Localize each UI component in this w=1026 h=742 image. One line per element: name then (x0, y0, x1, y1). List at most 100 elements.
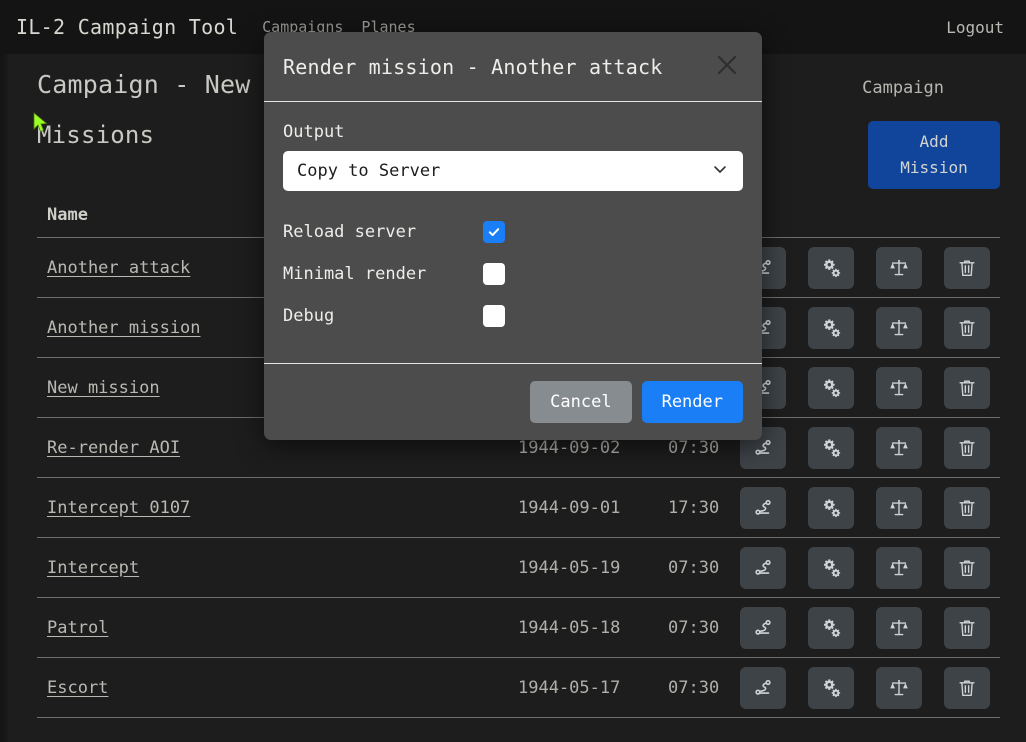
scale-icon (888, 437, 910, 459)
trash-action-button[interactable] (944, 547, 990, 589)
app-brand-title: IL-2 Campaign Tool (16, 15, 238, 39)
gears-action-button[interactable] (808, 547, 854, 589)
close-icon (714, 52, 740, 81)
mission-time: 07:30 (668, 618, 740, 638)
modal-options-list: Reload serverMinimal renderDebug (283, 211, 743, 337)
scale-icon (888, 557, 910, 579)
page-title: Campaign - New (37, 70, 251, 99)
route-action-button[interactable] (740, 607, 786, 649)
trash-action-button[interactable] (944, 307, 990, 349)
output-select[interactable]: Copy to Server (283, 151, 743, 191)
mission-time: 07:30 (668, 558, 740, 578)
mission-actions (740, 487, 990, 529)
trash-icon (956, 317, 978, 339)
option-label: Minimal render (283, 264, 483, 284)
mission-actions (740, 247, 990, 289)
missions-section-title: Missions (37, 121, 154, 149)
trash-icon (956, 557, 978, 579)
scale-icon (888, 317, 910, 339)
modal-title: Render mission - Another attack (283, 55, 710, 79)
mission-actions (740, 307, 990, 349)
cancel-button[interactable]: Cancel (530, 381, 631, 423)
app-root: IL-2 Campaign Tool Campaigns Planes Logo… (0, 0, 1026, 742)
mission-name-link[interactable]: Intercept (47, 558, 518, 578)
trash-icon (956, 677, 978, 699)
modal-body: Output Copy to Server Reload server Minim… (264, 102, 762, 364)
mission-date: 1944-09-01 (518, 498, 668, 518)
route-action-button[interactable] (740, 667, 786, 709)
trash-icon (956, 257, 978, 279)
gears-action-button[interactable] (808, 667, 854, 709)
mission-name-link[interactable]: Intercept 0107 (47, 498, 518, 518)
gears-icon (820, 377, 842, 399)
scale-action-button[interactable] (876, 367, 922, 409)
gears-action-button[interactable] (808, 607, 854, 649)
modal-header: Render mission - Another attack (264, 32, 762, 102)
logout-link[interactable]: Logout (946, 18, 1004, 37)
trash-action-button[interactable] (944, 607, 990, 649)
add-mission-label-line2: Mission (874, 155, 994, 181)
option-checkbox[interactable] (483, 221, 505, 243)
scale-icon (888, 257, 910, 279)
scale-action-button[interactable] (876, 427, 922, 469)
modal-close-button[interactable] (710, 50, 744, 84)
gears-action-button[interactable] (808, 367, 854, 409)
mission-time: 07:30 (668, 678, 740, 698)
route-action-button[interactable] (740, 547, 786, 589)
render-mission-modal: Render mission - Another attack Output C… (264, 32, 762, 440)
mission-name-link[interactable]: Patrol (47, 618, 518, 638)
scale-action-button[interactable] (876, 547, 922, 589)
gears-icon (820, 257, 842, 279)
gears-icon (820, 677, 842, 699)
navbar-right: Logout (946, 18, 1004, 37)
render-button[interactable]: Render (642, 381, 743, 423)
scale-action-button[interactable] (876, 487, 922, 529)
gears-action-button[interactable] (808, 487, 854, 529)
chevron-down-icon (711, 160, 729, 182)
trash-action-button[interactable] (944, 367, 990, 409)
scale-action-button[interactable] (876, 307, 922, 349)
gears-icon (820, 317, 842, 339)
scale-icon (888, 677, 910, 699)
output-field-label: Output (283, 122, 743, 142)
add-mission-button[interactable]: Add Mission (868, 121, 1000, 189)
scale-icon (888, 617, 910, 639)
gears-action-button[interactable] (808, 247, 854, 289)
trash-action-button[interactable] (944, 487, 990, 529)
modal-footer: Cancel Render (264, 364, 762, 440)
mission-date: 1944-09-02 (518, 438, 668, 458)
scale-icon (888, 497, 910, 519)
gears-icon (820, 617, 842, 639)
route-action-button[interactable] (740, 487, 786, 529)
mission-actions (740, 427, 990, 469)
mission-date: 1944-05-18 (518, 618, 668, 638)
mission-time: 07:30 (668, 438, 740, 458)
gears-action-button[interactable] (808, 307, 854, 349)
mission-name-link[interactable]: Escort (47, 678, 518, 698)
mission-date: 1944-05-19 (518, 558, 668, 578)
trash-icon (956, 617, 978, 639)
trash-action-button[interactable] (944, 247, 990, 289)
mission-actions (740, 547, 990, 589)
route-icon (752, 617, 774, 639)
trash-action-button[interactable] (944, 427, 990, 469)
option-row: Minimal render (283, 253, 743, 295)
output-select-value: Copy to Server (297, 161, 711, 181)
table-row: Escort1944-05-1707:30 (37, 658, 1000, 718)
gears-action-button[interactable] (808, 427, 854, 469)
option-checkbox[interactable] (483, 305, 505, 327)
option-checkbox[interactable] (483, 263, 505, 285)
mission-actions (740, 667, 990, 709)
trash-action-button[interactable] (944, 667, 990, 709)
trash-icon (956, 497, 978, 519)
option-label: Reload server (283, 222, 483, 242)
scale-action-button[interactable] (876, 667, 922, 709)
route-icon (752, 557, 774, 579)
mission-name-link[interactable]: Re-render AOI (47, 438, 518, 458)
scale-action-button[interactable] (876, 607, 922, 649)
scale-action-button[interactable] (876, 247, 922, 289)
option-row: Reload server (283, 211, 743, 253)
scale-icon (888, 377, 910, 399)
page-left-gutter (0, 0, 9, 742)
mission-date: 1944-05-17 (518, 678, 668, 698)
